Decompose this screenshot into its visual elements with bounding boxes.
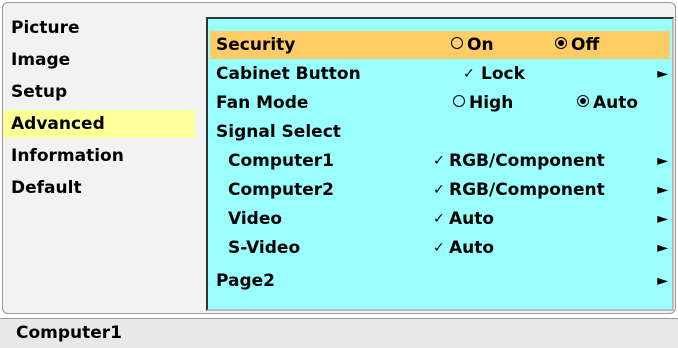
checkmark-icon: ✓ <box>433 211 445 227</box>
security-off-radio[interactable]: Off <box>555 31 599 59</box>
submenu-arrow-icon[interactable]: ► <box>657 234 668 262</box>
fan-mode-high-radio[interactable]: High <box>453 89 513 117</box>
radio-empty-icon <box>453 95 465 107</box>
fan-mode-high-label: High <box>469 93 514 113</box>
status-bar: Computer1 <box>0 318 678 348</box>
fan-mode-row[interactable]: Fan Mode High Auto <box>210 89 670 117</box>
fan-mode-auto-radio[interactable]: Auto <box>577 89 638 117</box>
video-value: Auto <box>449 209 495 229</box>
menu-item-picture[interactable]: Picture <box>3 14 195 42</box>
submenu-arrow-icon[interactable]: ► <box>657 205 668 233</box>
radio-selected-icon <box>577 95 589 107</box>
osd-menu: Picture Image Setup Advanced Information… <box>0 0 678 348</box>
submenu-arrow-icon[interactable]: ► <box>657 176 668 204</box>
computer2-row[interactable]: Computer2 ✓ RGB/Component ► <box>210 176 670 204</box>
menu-item-label: Picture <box>11 18 80 38</box>
main-menu: Picture Image Setup Advanced Information… <box>0 0 198 315</box>
security-on-label: On <box>467 35 494 55</box>
menu-item-label: Advanced <box>11 114 105 134</box>
cabinet-button-label: Cabinet Button <box>216 64 361 84</box>
computer1-row[interactable]: Computer1 ✓ RGB/Component ► <box>210 147 670 175</box>
menu-item-default[interactable]: Default <box>3 174 195 202</box>
advanced-settings-panel: Security On Off Cabinet Button ✓ Lock ► … <box>206 17 674 311</box>
fan-mode-auto-label: Auto <box>593 93 639 113</box>
radio-selected-icon <box>555 37 567 49</box>
computer2-value: RGB/Component <box>449 180 605 200</box>
checkmark-icon: ✓ <box>433 153 445 169</box>
submenu-arrow-icon[interactable]: ► <box>657 147 668 175</box>
menu-item-label: Default <box>11 178 82 198</box>
menu-item-information[interactable]: Information <box>3 142 195 170</box>
svideo-row[interactable]: S-Video ✓ Auto ► <box>210 234 670 262</box>
submenu-arrow-icon[interactable]: ► <box>657 267 668 295</box>
submenu-arrow-icon[interactable]: ► <box>657 60 668 88</box>
current-source-label: Computer1 <box>16 323 123 343</box>
signal-select-label: Signal Select <box>216 122 341 142</box>
cabinet-button-value: Lock <box>481 64 525 84</box>
security-label: Security <box>216 35 296 55</box>
menu-item-advanced[interactable]: Advanced <box>3 110 195 138</box>
computer1-label: Computer1 <box>228 151 335 171</box>
radio-empty-icon <box>451 37 463 49</box>
video-row[interactable]: Video ✓ Auto ► <box>210 205 670 233</box>
page2-label: Page2 <box>216 271 276 291</box>
security-off-label: Off <box>571 35 600 55</box>
menu-item-setup[interactable]: Setup <box>3 78 195 106</box>
svideo-value: Auto <box>449 238 495 258</box>
checkmark-icon: ✓ <box>433 182 445 198</box>
menu-item-label: Information <box>11 146 124 166</box>
svideo-label: S-Video <box>228 238 301 258</box>
signal-select-row: Signal Select <box>210 118 670 146</box>
cabinet-button-row[interactable]: Cabinet Button ✓ Lock ► <box>210 60 670 88</box>
page2-row[interactable]: Page2 ► <box>210 267 670 295</box>
security-on-radio[interactable]: On <box>451 31 494 59</box>
menu-item-label: Setup <box>11 82 68 102</box>
fan-mode-label: Fan Mode <box>216 93 309 113</box>
computer1-value: RGB/Component <box>449 151 605 171</box>
checkmark-icon: ✓ <box>433 240 445 256</box>
computer2-label: Computer2 <box>228 180 335 200</box>
video-label: Video <box>228 209 283 229</box>
menu-item-image[interactable]: Image <box>3 46 195 74</box>
menu-item-label: Image <box>11 50 71 70</box>
security-row[interactable]: Security On Off <box>210 31 670 59</box>
checkmark-icon: ✓ <box>463 66 475 82</box>
